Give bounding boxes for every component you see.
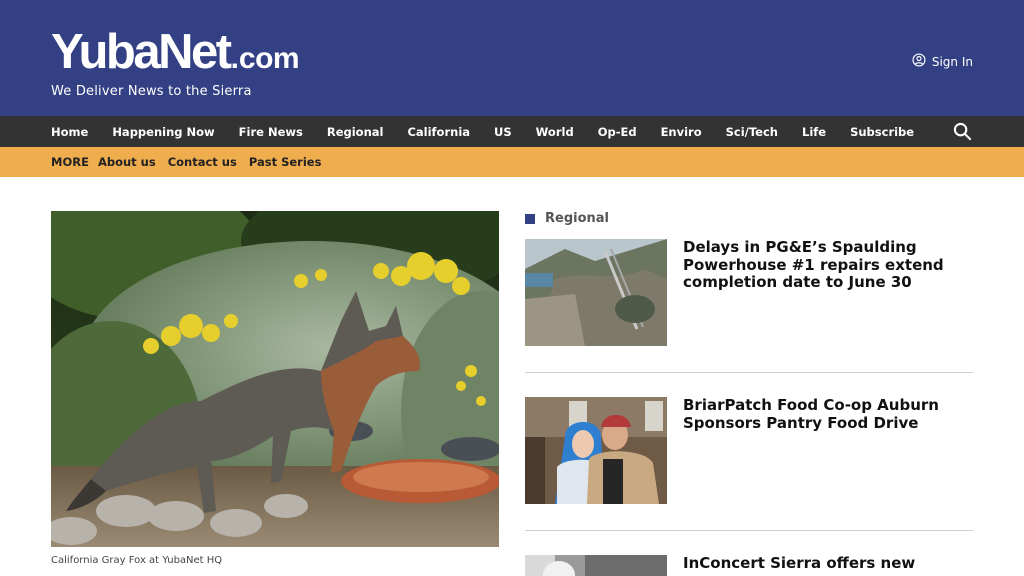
article-item: Delays in PG&E’s Spaulding Powerhouse #1… — [525, 238, 973, 346]
featured-photo-gray-fox[interactable] — [51, 211, 499, 547]
article-headline[interactable]: InConcert Sierra offers new — [683, 555, 973, 573]
site-header: YubaNet . com We Deliver News to the Sie… — [0, 0, 1024, 116]
sign-in-link[interactable]: Sign In — [912, 53, 973, 70]
section-label-text: Regional — [545, 211, 610, 226]
more-label: MORE — [51, 155, 89, 169]
subnav-item-about-us[interactable]: About us — [98, 155, 156, 169]
main-nav: Home Happening Now Fire News Regional Ca… — [0, 116, 1024, 147]
logo-main-text: YubaNet — [51, 25, 232, 79]
nav-item-op-ed[interactable]: Op-Ed — [598, 125, 637, 139]
nav-item-home[interactable]: Home — [51, 125, 88, 139]
logo-com-text: com — [238, 42, 300, 75]
site-logo[interactable]: YubaNet . com — [51, 25, 300, 79]
secondary-nav: MORE About us Contact us Past Series — [0, 147, 1024, 177]
nav-item-world[interactable]: World — [536, 125, 574, 139]
nav-item-life[interactable]: Life — [802, 125, 826, 139]
article-item: BriarPatch Food Co-op Auburn Sponsors Pa… — [525, 396, 973, 504]
search-icon[interactable] — [953, 122, 972, 141]
logo-dot: . — [230, 42, 239, 75]
subnav-item-past-series[interactable]: Past Series — [249, 155, 322, 169]
article-thumbnail-food-drive[interactable] — [525, 397, 667, 504]
sign-in-label: Sign In — [931, 54, 973, 69]
nav-item-fire-news[interactable]: Fire News — [239, 125, 303, 139]
article-thumbnail-powerhouse[interactable] — [525, 239, 667, 346]
article-headline[interactable]: Delays in PG&E’s Spaulding Powerhouse #1… — [683, 238, 973, 292]
nav-item-happening-now[interactable]: Happening Now — [112, 125, 214, 139]
article-divider — [525, 530, 973, 531]
section-marker — [525, 213, 535, 224]
nav-item-subscribe[interactable]: Subscribe — [850, 125, 914, 139]
site-tagline: We Deliver News to the Sierra — [51, 84, 252, 99]
nav-item-sci-tech[interactable]: Sci/Tech — [726, 125, 778, 139]
featured-photo-caption: California Gray Fox at YubaNet HQ — [51, 555, 223, 566]
nav-item-regional[interactable]: Regional — [327, 125, 384, 139]
subnav-item-contact-us[interactable]: Contact us — [168, 155, 237, 169]
article-headline[interactable]: BriarPatch Food Co-op Auburn Sponsors Pa… — [683, 396, 973, 432]
article-item: InConcert Sierra offers new — [525, 555, 973, 576]
section-label-regional[interactable]: Regional — [525, 211, 609, 226]
nav-item-california[interactable]: California — [407, 125, 470, 139]
article-thumbnail-inconcert[interactable] — [525, 555, 667, 576]
nav-item-us[interactable]: US — [494, 125, 512, 139]
nav-item-enviro[interactable]: Enviro — [661, 125, 702, 139]
user-circle-icon — [912, 53, 926, 70]
article-divider — [525, 372, 973, 373]
